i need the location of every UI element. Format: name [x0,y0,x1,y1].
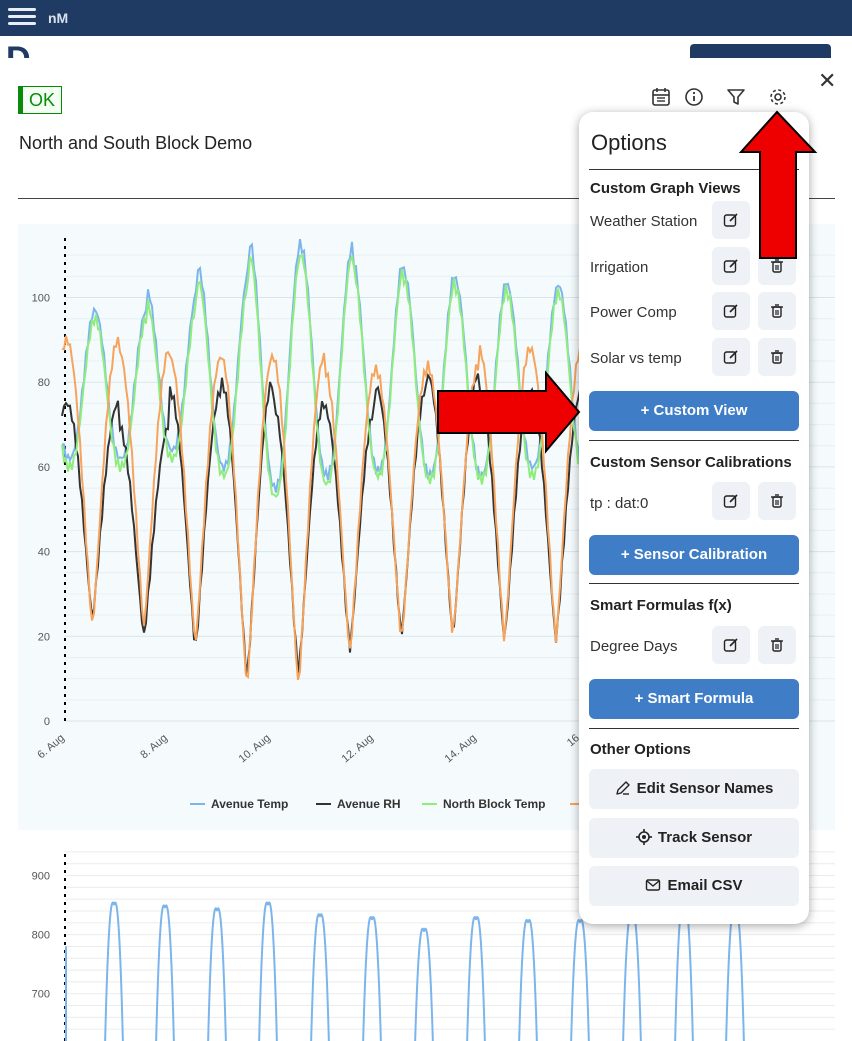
status-badge: OK [18,86,63,114]
legend-label: North Block Temp [443,797,545,811]
delete-view-button[interactable] [758,338,796,376]
series-line [725,907,745,1041]
series-line [155,904,175,1041]
top-navigation-bar: nM [0,0,852,36]
x-axis-tick-label: 14. Aug [443,732,479,765]
add-smart-formula-button[interactable]: + Smart Formula [589,679,799,719]
other-options-header: Other Options [590,741,691,758]
trash-icon [771,350,783,364]
background-action-button [690,44,831,58]
y-axis-tick-label: 100 [32,293,50,305]
series-line [518,919,538,1041]
edit-icon [723,638,738,652]
section-divider [589,440,799,441]
add-sensor-calibration-button[interactable]: + Sensor Calibration [589,535,799,575]
edit-icon [723,350,738,364]
edit-calibration-button[interactable] [712,482,750,520]
edit-formula-button[interactable] [712,626,750,664]
edit-icon [723,213,738,227]
hamburger-menu-icon[interactable] [8,4,36,26]
background-page-header: D [0,36,852,58]
series-line [362,916,382,1041]
pencil-icon [615,780,630,795]
add-custom-view-button[interactable]: + Custom View [589,391,799,431]
y-axis-tick-label: 60 [38,462,50,474]
track-sensor-button[interactable]: Track Sensor [589,818,799,858]
edit-view-button[interactable] [712,338,750,376]
legend-label: Avenue Temp [211,797,288,811]
trash-icon [771,304,783,318]
options-panel: Options Custom Graph Views Weather Stati… [579,112,809,924]
section-divider [589,169,799,170]
brand-label: nM [48,10,69,26]
series-line [622,913,642,1041]
section-divider [589,583,799,584]
delete-formula-button[interactable] [758,626,796,664]
series-line [207,907,227,1041]
delete-calibration-button[interactable] [758,482,796,520]
graph-views-header: Custom Graph Views [590,180,741,197]
email-csv-label: Email CSV [667,877,743,894]
calendar-icon[interactable] [650,86,674,110]
settings-gear-icon[interactable] [767,86,791,110]
graph-view-item[interactable]: Power Comp [590,304,677,321]
graph-view-item[interactable]: Weather Station [590,213,697,230]
series-line [310,913,330,1041]
x-axis-tick-label: 10. Aug [237,732,273,765]
y-axis-tick-label: 0 [44,716,50,728]
series-line [61,335,581,681]
delete-view-button[interactable] [758,247,796,285]
edit-view-button[interactable] [712,247,750,285]
delete-view-button[interactable] [758,292,796,330]
edit-view-button[interactable] [712,292,750,330]
calibration-item[interactable]: tp : dat:0 [590,495,648,512]
trash-icon [771,494,783,508]
y-axis-tick-label: 800 [32,930,50,942]
x-axis-tick-label: 12. Aug [340,732,376,765]
background-page-title: D [6,42,31,58]
x-axis-tick-label: 8. Aug [138,732,170,761]
graph-view-item[interactable]: Irrigation [590,259,648,276]
y-axis-tick-label: 900 [32,871,50,883]
formula-item[interactable]: Degree Days [590,638,678,655]
crosshair-icon [635,828,652,845]
smart-formulas-header: Smart Formulas f(x) [590,597,732,614]
edit-sensor-names-label: Edit Sensor Names [636,780,774,797]
y-axis-tick-label: 80 [38,377,50,389]
info-icon[interactable] [683,86,707,110]
series-line [466,916,486,1041]
legend-label: Avenue RH [337,797,401,811]
edit-view-button[interactable] [712,201,750,239]
series-line [414,927,434,1041]
filter-icon[interactable] [725,86,749,110]
trash-icon [771,638,783,652]
track-sensor-label: Track Sensor [657,829,753,846]
edit-sensor-names-button[interactable]: Edit Sensor Names [589,769,799,809]
x-axis-tick-label: 6. Aug [35,732,67,761]
close-icon[interactable]: ✕ [818,68,836,94]
edit-icon [723,259,738,273]
calibrations-header: Custom Sensor Calibrations [590,454,792,471]
y-axis-tick-label: 40 [38,547,50,559]
edit-icon [723,304,738,318]
series-line [61,372,581,677]
section-divider [589,728,799,729]
trash-icon [771,259,783,273]
email-csv-button[interactable]: Email CSV [589,866,799,906]
mail-icon [646,878,661,891]
y-axis-tick-label: 20 [38,631,50,643]
options-title: Options [591,130,667,155]
series-line [570,919,590,1041]
edit-icon [723,494,738,508]
y-axis-tick-label: 700 [32,989,50,1001]
page-title: North and South Block Demo [19,133,253,153]
graph-view-item[interactable]: Solar vs temp [590,350,682,367]
